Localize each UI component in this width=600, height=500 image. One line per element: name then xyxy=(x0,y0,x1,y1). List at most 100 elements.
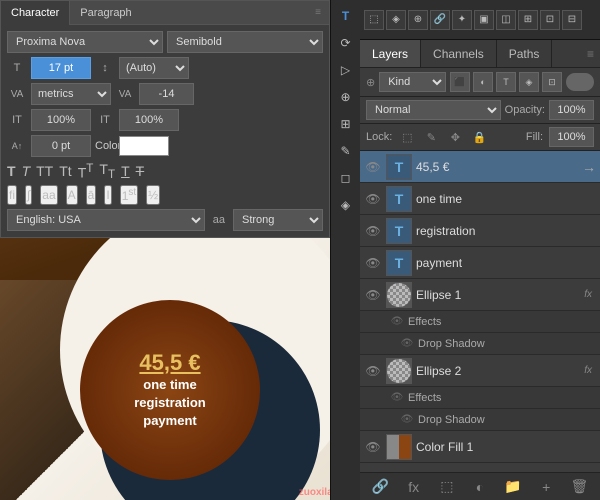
delete-layer-btn[interactable]: 🗑 xyxy=(569,477,589,497)
scale-h-input[interactable] xyxy=(31,109,91,131)
scale-v-input[interactable] xyxy=(119,109,179,131)
eye-btn-ellipse1[interactable]: 👁 xyxy=(364,286,382,304)
layers-panel-menu[interactable]: ≡ xyxy=(587,40,600,67)
font-size-input[interactable] xyxy=(31,57,91,79)
toolbar-icon-10[interactable]: ⊟ xyxy=(562,10,582,30)
baseline-input[interactable] xyxy=(31,135,91,157)
tool-eraser[interactable]: ◻ xyxy=(334,166,358,190)
effects-eye-ellipse1[interactable]: 👁 xyxy=(390,315,404,329)
new-group-btn[interactable]: 📁 xyxy=(503,477,523,497)
layer-item-registration[interactable]: 👁 T registration xyxy=(360,215,600,247)
ordinal-btn[interactable]: aa xyxy=(40,185,57,205)
tab-channels[interactable]: Channels xyxy=(421,40,497,67)
canvas-subtext: one time registration payment xyxy=(134,376,206,431)
leading-select[interactable]: (Auto) xyxy=(119,57,189,79)
scale-v-icon: IT xyxy=(95,114,115,126)
layer-item-price[interactable]: 👁 T 45,5 € → xyxy=(360,151,600,183)
eye-btn-colorfill1[interactable]: 👁 xyxy=(364,438,382,456)
tool-brush[interactable]: ✎ xyxy=(334,139,358,163)
layer-filter-select[interactable]: Kind xyxy=(379,72,446,92)
effects-label-ellipse2: Effects xyxy=(408,392,441,404)
eye-btn-ellipse2[interactable]: 👁 xyxy=(364,362,382,380)
toolbar-icon-6[interactable]: ▣ xyxy=(474,10,494,30)
filter-pixel-btn[interactable]: ⬛ xyxy=(450,72,470,92)
kerning-row: VA metrics VA xyxy=(7,83,323,105)
layer-item-ellipse1[interactable]: 👁 Ellipse 1 fx xyxy=(360,279,600,311)
blend-mode-select[interactable]: Normal xyxy=(366,100,501,120)
add-link-btn[interactable]: 🔗 xyxy=(371,477,391,497)
lock-all-btn[interactable]: 🔒 xyxy=(470,128,488,146)
tool-crop[interactable]: ⊞ xyxy=(334,112,358,136)
filter-shape-btn[interactable]: ◈ xyxy=(519,72,539,92)
layers-list[interactable]: 👁 T 45,5 € → 👁 T one time 👁 T registrati… xyxy=(360,151,600,472)
drop-shadow-label-ellipse1: Drop Shadow xyxy=(418,338,485,350)
tool-rotate[interactable]: ⟳ xyxy=(334,31,358,55)
tab-paths[interactable]: Paths xyxy=(497,40,553,67)
eye-btn-registration[interactable]: 👁 xyxy=(364,222,382,240)
eye-btn-onetime[interactable]: 👁 xyxy=(364,190,382,208)
tab-layers[interactable]: Layers xyxy=(360,40,421,67)
small-caps-btn[interactable]: Tt xyxy=(59,161,71,181)
strikethrough-btn[interactable]: T xyxy=(136,161,145,181)
add-mask-btn[interactable]: ⬚ xyxy=(437,477,457,497)
effects-eye-ellipse2[interactable]: 👁 xyxy=(390,391,404,405)
drop-shadow-eye-ellipse2[interactable]: 👁 xyxy=(400,413,414,427)
eye-btn-payment[interactable]: 👁 xyxy=(364,254,382,272)
super-btn[interactable]: 1st xyxy=(120,185,138,205)
overline-btn[interactable]: ā xyxy=(86,185,97,205)
filter-text-btn[interactable]: T xyxy=(496,72,516,92)
frac2-btn[interactable]: ½ xyxy=(146,185,160,205)
toolbar-icon-9[interactable]: ⊡ xyxy=(540,10,560,30)
subscript-btn[interactable]: TT xyxy=(99,161,115,181)
filter-toggle[interactable] xyxy=(566,73,594,91)
fill-input[interactable] xyxy=(549,127,594,147)
toolbar-icon-7[interactable]: ◫ xyxy=(496,10,516,30)
tab-paragraph[interactable]: Paragraph xyxy=(70,1,141,25)
new-layer-btn[interactable]: + xyxy=(536,477,556,497)
new-adjustment-btn[interactable]: ◐ xyxy=(470,477,490,497)
toolbar-icon-1[interactable]: ⬚ xyxy=(364,10,384,30)
frac-btn[interactable]: ∫ xyxy=(25,185,32,205)
layer-item-ellipse2[interactable]: 👁 Ellipse 2 fx xyxy=(360,355,600,387)
aa-mode-select[interactable]: Strong Sharp Crisp Smooth xyxy=(233,209,323,231)
filter-smart-btn[interactable]: ⊡ xyxy=(542,72,562,92)
superscript-btn[interactable]: TT xyxy=(78,161,94,181)
tool-select[interactable]: ▷ xyxy=(334,58,358,82)
color-picker[interactable] xyxy=(119,136,169,156)
alt-btn[interactable]: A xyxy=(66,185,78,205)
toolbar-icon-3[interactable]: ⊕ xyxy=(408,10,428,30)
tool-zoom[interactable]: ⊕ xyxy=(334,85,358,109)
lock-transparent-btn[interactable]: ⬚ xyxy=(398,128,416,146)
tool-type[interactable]: T xyxy=(334,4,358,28)
italic-btn[interactable]: T xyxy=(22,161,31,181)
bold-btn[interactable]: T xyxy=(7,161,16,181)
tab-character[interactable]: Character xyxy=(1,1,70,25)
toolbar-icon-8[interactable]: ⊞ xyxy=(518,10,538,30)
toolbar-icon-5[interactable]: ✦ xyxy=(452,10,472,30)
drop-shadow-row-ellipse2: 👁 Drop Shadow xyxy=(360,409,600,431)
fi-ligature-btn[interactable]: fi xyxy=(7,185,17,205)
tracking-input[interactable] xyxy=(139,83,194,105)
lock-paint-btn[interactable]: ✎ xyxy=(422,128,440,146)
add-style-btn[interactable]: fx xyxy=(404,477,424,497)
layer-item-payment[interactable]: 👁 T payment xyxy=(360,247,600,279)
language-select[interactable]: English: USA xyxy=(7,209,205,231)
lock-position-btn[interactable]: ✥ xyxy=(446,128,464,146)
layer-item-onetime[interactable]: 👁 T one time xyxy=(360,183,600,215)
layer-item-colorfill1[interactable]: 👁 Color Fill 1 xyxy=(360,431,600,463)
font-weight-select[interactable]: Semibold xyxy=(167,31,323,53)
caps-btn[interactable]: TT xyxy=(36,161,53,181)
underline-btn[interactable]: T xyxy=(121,161,130,181)
tool-shape[interactable]: ◈ xyxy=(334,193,358,217)
eye-btn-price[interactable]: 👁 xyxy=(364,158,382,176)
toolbar-icon-4[interactable]: 🔗 xyxy=(430,10,450,30)
vert-text-btn[interactable]: I xyxy=(104,185,111,205)
opacity-input[interactable] xyxy=(549,100,594,120)
toolbar-icon-2[interactable]: ◈ xyxy=(386,10,406,30)
filter-adjust-btn[interactable]: ◐ xyxy=(473,72,493,92)
font-family-select[interactable]: Proxima Nova xyxy=(7,31,163,53)
leading-icon: ↕ xyxy=(95,62,115,74)
drop-shadow-eye-ellipse1[interactable]: 👁 xyxy=(400,337,414,351)
layer-name-payment: payment xyxy=(416,256,596,270)
kerning-select[interactable]: metrics xyxy=(31,83,111,105)
